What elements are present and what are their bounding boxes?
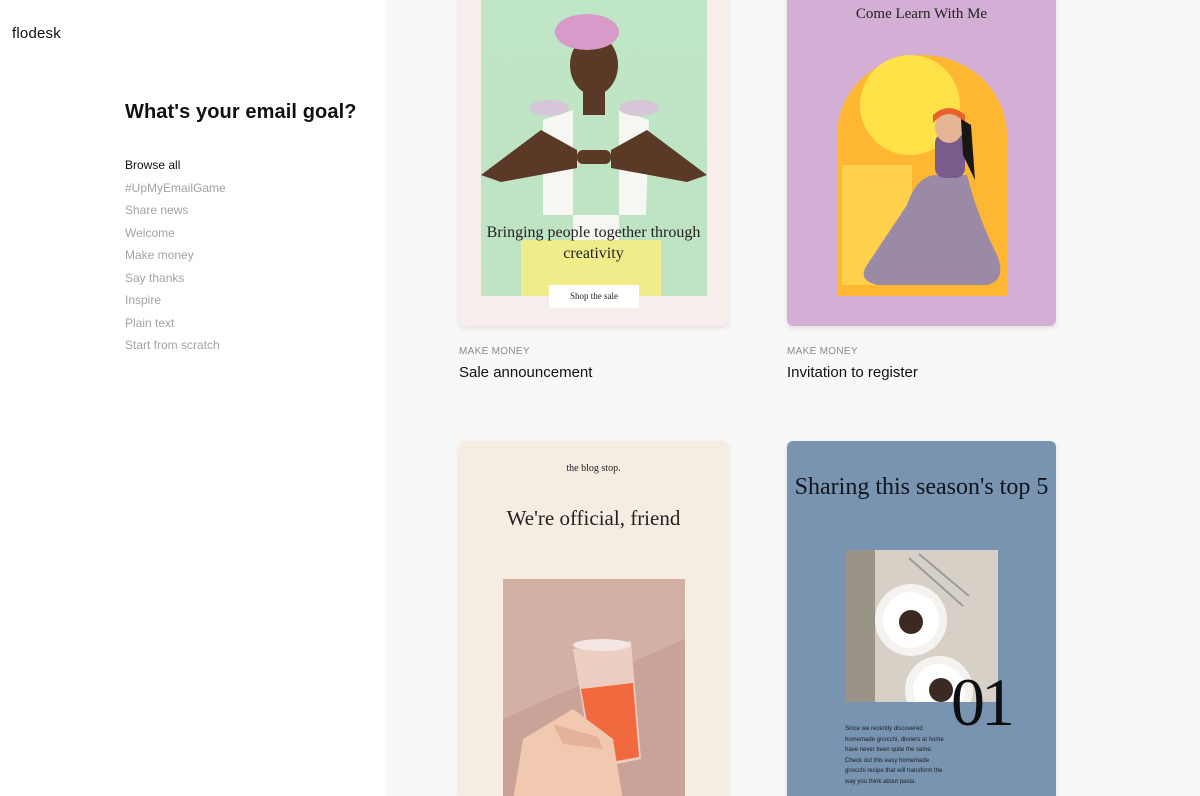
filter-make-money[interactable]: Make money	[125, 246, 226, 269]
filter-upmyemailgame[interactable]: #UpMyEmailGame	[125, 179, 226, 202]
woman-illustration	[837, 55, 1007, 296]
template-category: MAKE MONEY	[787, 346, 858, 357]
filter-inspire[interactable]: Inspire	[125, 291, 226, 314]
drink-photo	[503, 579, 685, 796]
filter-start-from-scratch[interactable]: Start from scratch	[125, 336, 226, 359]
preview-body-text: Since we recently discovered homemade gn…	[845, 726, 944, 785]
preview-headline: Sharing this season's top 5	[794, 474, 1049, 500]
email-goal-heading: What's your email goal?	[125, 101, 357, 123]
sidebar: flodesk What's your email goal? Browse a…	[0, 0, 385, 796]
flodesk-logo[interactable]: flodesk	[12, 25, 61, 42]
filter-welcome[interactable]: Welcome	[125, 224, 226, 247]
filter-browse-all[interactable]: Browse all	[125, 156, 226, 179]
preview-headline: Bringing people together through creativ…	[486, 224, 701, 262]
preview-headline: Come Learn With Me	[855, 6, 988, 22]
arch-photo	[837, 55, 1007, 296]
template-title[interactable]: Invitation to register	[787, 364, 918, 381]
list-number: 01	[951, 664, 1015, 740]
filter-plain-text[interactable]: Plain text	[125, 314, 226, 337]
template-card-season-top-5[interactable]: Sharing this season's top 5 01 Since we …	[787, 441, 1056, 796]
goal-filter-list: Browse all #UpMyEmailGame Share news Wel…	[125, 156, 226, 359]
shop-the-sale-button: Shop the sale	[549, 285, 639, 308]
template-card-invitation-to-register[interactable]: Come Learn With Me	[787, 0, 1056, 326]
template-gallery: Bringing people together through creativ…	[385, 0, 1200, 796]
filter-say-thanks[interactable]: Say thanks	[125, 269, 226, 292]
template-card-sale-announcement[interactable]: Bringing people together through creativ…	[459, 0, 728, 326]
template-category: MAKE MONEY	[459, 346, 530, 357]
filter-share-news[interactable]: Share news	[125, 201, 226, 224]
template-card-official-friend[interactable]: the blog stop. We're official, friend	[459, 441, 728, 796]
drink-glass-illustration	[503, 579, 685, 796]
preview-headline: We're official, friend	[506, 506, 681, 530]
blog-brand-name: the blog stop.	[566, 463, 621, 474]
template-title[interactable]: Sale announcement	[459, 364, 592, 381]
